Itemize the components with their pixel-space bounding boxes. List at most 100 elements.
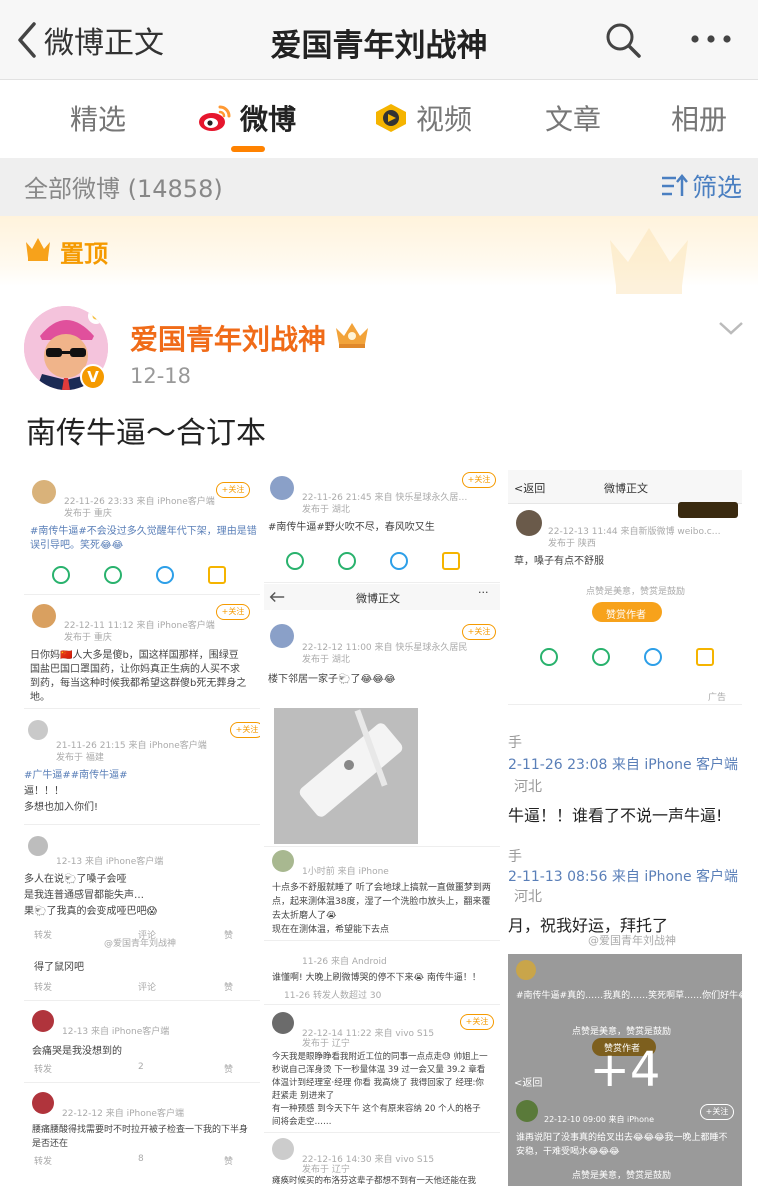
post-location: 河北 [514, 889, 542, 905]
post-text: 多人在说🐑了嗓子会哑 [24, 874, 127, 885]
avatar [270, 476, 294, 500]
more-icon[interactable]: ··· [478, 586, 489, 599]
back-button[interactable]: 微博正文 [14, 18, 164, 62]
comment-text: 去太折磨人了😭 [272, 911, 337, 921]
post-text: 是否还在 [32, 1139, 69, 1149]
ad-label: 广告 [708, 693, 727, 703]
post-location: 发布于 重庆 [64, 509, 112, 519]
post-meta: 2-11-26 23:08 来自 iPhone 客户端 [508, 757, 739, 773]
forward-button[interactable]: 转发 [34, 1062, 52, 1075]
post-text: 牛逼！！谁看了不说一声牛逼! [508, 806, 723, 825]
divider [264, 1004, 500, 1005]
comment-text: 有一种预感 到今天下午 这个有原来容纳 20 个人的格子 [272, 1104, 481, 1114]
divider [264, 582, 500, 583]
post-author: 手 [508, 849, 522, 865]
post-meta: 12-13 来自 iPhone客户端 [62, 1027, 170, 1037]
comment-count[interactable]: 8 [138, 1154, 144, 1164]
weibo-count: 全部微博 (14858) [24, 175, 223, 203]
post-text: #南传牛逼#野火吹不尽，春风吹又生 [268, 522, 435, 533]
more-images-overlay[interactable]: +4 [508, 954, 742, 1186]
like-button[interactable]: 赞 [224, 928, 233, 941]
comment-text: 点，起来测体温38度，湿了一个洗脸巾放头上，翻来覆 [272, 897, 491, 907]
comment-meta: 11-26 转发人数超过 30 [284, 991, 382, 1001]
screenshot-nav-title: 微博正文 [604, 482, 648, 495]
filter-bar: 全部微博 (14858) 筛选 [0, 158, 758, 216]
tab-album[interactable]: 相册 [671, 98, 727, 138]
filter-icon [662, 174, 688, 196]
divider [264, 1132, 500, 1133]
screenshot-nav-bar: <返回 微博正文 [508, 470, 742, 504]
comment-location: 发布于 辽宁 [302, 1039, 350, 1049]
avatar [28, 836, 48, 856]
tab-video[interactable]: 视频 [374, 98, 472, 138]
post-image-1[interactable]: +关注 22-11-26 23:33 来自 iPhone客户端 发布于 重庆 #… [24, 464, 260, 1186]
post-text: 楼下邻居一家子🐑了😂😂😂 [268, 674, 396, 685]
vip-crown-icon[interactable] [334, 320, 370, 350]
post-author: 手 [508, 735, 522, 751]
post-image-2[interactable]: +关注 22-11-26 21:45 来自 快乐星球永久居… 发布于 湖北 #南… [264, 464, 500, 1186]
like-button[interactable]: 赞 [224, 1154, 233, 1167]
post-date: 12-18 [130, 364, 192, 388]
post-text: 会痛哭是我没想到的 [32, 1046, 122, 1057]
post-text: 草，嗓子有点不舒服 [514, 556, 604, 567]
profile-tabs: 精选 微博 视频 文章 相册 [0, 80, 758, 158]
divider [24, 824, 260, 825]
comment-button[interactable]: 评论 [138, 980, 156, 993]
top-nav-bar: 微博正文 爱国青年刘战神 [0, 0, 758, 80]
tab-label: 相册 [671, 103, 728, 136]
post-text: 多想也加入你们! [24, 802, 99, 813]
post-location: 发布于 陕西 [548, 539, 596, 549]
filter-button[interactable]: 筛选 [660, 168, 742, 204]
photo-test-kit[interactable] [274, 708, 418, 844]
post-text: 逼！！！ [24, 786, 64, 797]
like-button[interactable]: 赞 [224, 1062, 233, 1075]
post-image-3[interactable]: <返回 微博正文 22-12-13 11:44 来自新版微博 weibo.c… … [508, 464, 742, 950]
divider [24, 708, 260, 709]
post-text: 地。 [30, 692, 50, 703]
post-username[interactable]: 爱国青年刘战神 [130, 318, 326, 358]
post-location: 河北 [514, 779, 542, 795]
back-label: 微博正文 [44, 26, 164, 61]
like-button[interactable]: 赞 [224, 980, 233, 993]
avatar [32, 1010, 54, 1032]
follow-button[interactable]: +关注 [462, 624, 496, 640]
watermark: @爱国青年刘战神 [104, 939, 177, 949]
tab-label: 文章 [545, 103, 602, 136]
avatar [516, 510, 542, 536]
follow-button[interactable]: +关注 [216, 604, 250, 620]
post-text: 到药，每当这种时候我都希望这群傻b死无葬身之 [30, 678, 247, 689]
divider [508, 704, 742, 705]
reward-button[interactable]: 赞赏作者 [592, 602, 662, 622]
search-icon[interactable] [604, 21, 642, 59]
crown-watermark-icon [610, 228, 688, 294]
post-text: 是我连普通感冒都能失声… [24, 890, 144, 901]
tab-featured[interactable]: 精选 [70, 98, 126, 138]
chevron-down-icon[interactable] [716, 318, 746, 338]
avatar [272, 1012, 294, 1034]
follow-button[interactable]: +关注 [462, 472, 496, 488]
post-meta: 22-12-12 来自 iPhone客户端 [62, 1109, 184, 1119]
filter-label: 筛选 [692, 173, 743, 202]
comment-text: 秒说自己浑身烫 下一秒量体温 39 过一会又量 39.2 章看 [272, 1065, 486, 1075]
forward-button[interactable]: 转发 [34, 1154, 52, 1167]
crown-icon [26, 238, 50, 261]
tab-articles[interactable]: 文章 [545, 98, 601, 138]
post-text: 果🐑了我真的会变成哑巴吧😱 [24, 906, 157, 917]
forward-button[interactable]: 转发 [34, 928, 52, 941]
comment-count[interactable]: 2 [138, 1062, 144, 1072]
screenshot-back-button[interactable]: <返回 [514, 480, 545, 496]
tab-weibo[interactable]: 微博 [198, 98, 296, 138]
tab-label: 微博 [240, 103, 297, 136]
watermark: @爱国青年刘战神 [588, 934, 676, 947]
follow-button[interactable]: +关注 [460, 1014, 494, 1030]
more-icon[interactable] [690, 33, 732, 45]
follow-button[interactable]: +关注 [230, 722, 260, 738]
arrow-left-icon[interactable] [268, 590, 286, 604]
avatar [270, 624, 294, 648]
post-text: #南传牛逼#不会没过多久觉醒年代下架，理由是错 [30, 526, 257, 537]
avatar [272, 850, 294, 872]
follow-button[interactable]: +关注 [216, 482, 250, 498]
forward-button[interactable]: 转发 [34, 980, 52, 993]
avatar [28, 720, 48, 740]
comment-text: 十点多不舒服就睡了 听了会地球上搞就一直做噩梦到两 [272, 883, 491, 893]
